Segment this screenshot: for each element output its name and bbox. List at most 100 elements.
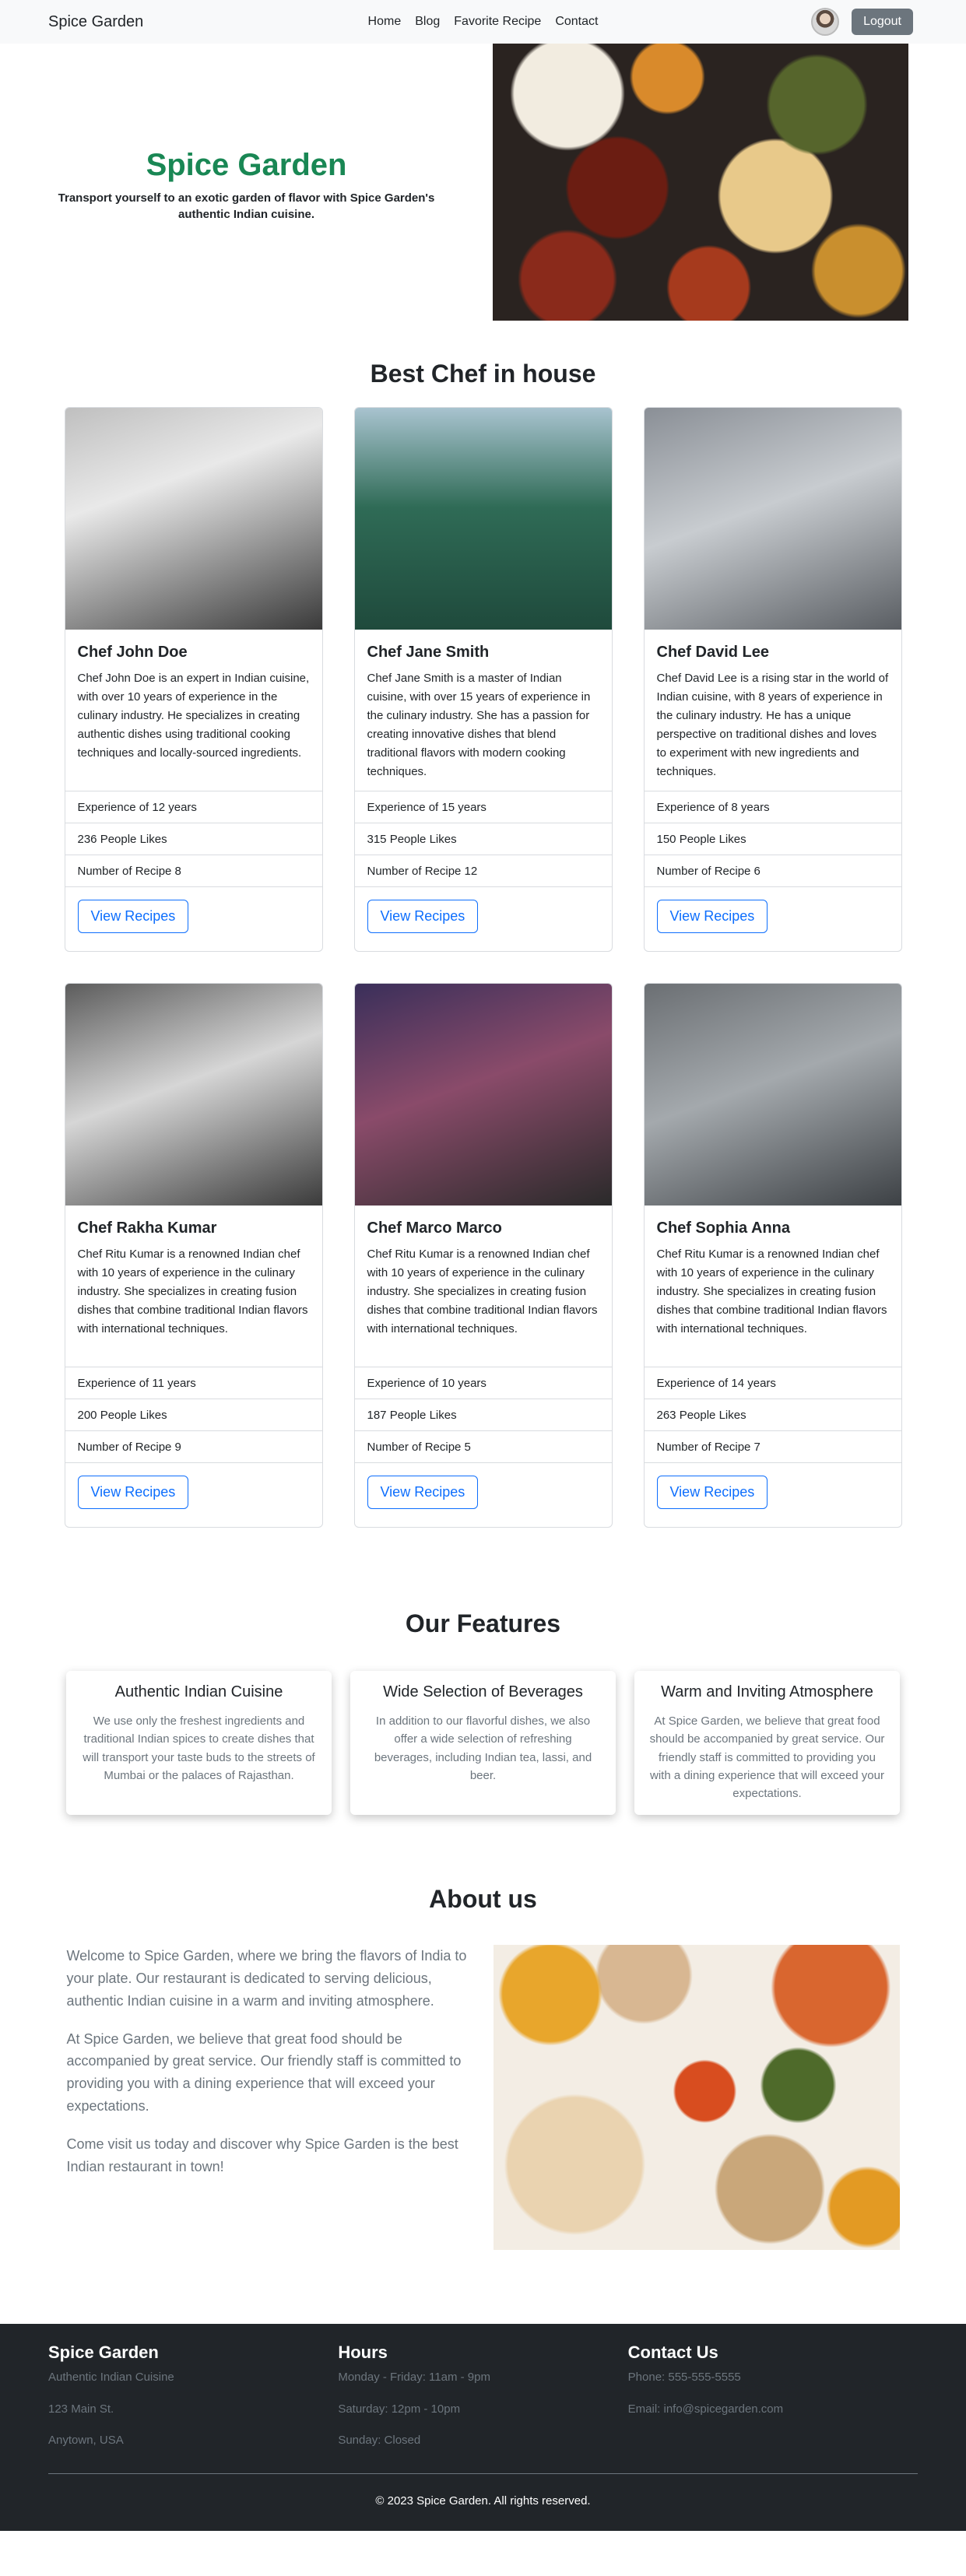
- chef-likes: 200 People Likes: [65, 1399, 322, 1430]
- hero-food-image: [493, 44, 908, 321]
- chef-photo: [644, 408, 901, 630]
- footer-hours-line: Saturday: 12pm - 10pm: [338, 2402, 461, 2416]
- chef-likes: 236 People Likes: [65, 823, 322, 855]
- chef-recipe-count: Number of Recipe 5: [354, 1430, 612, 1462]
- footer-divider: [48, 2473, 918, 2475]
- chef-card: Chef Jane Smith Chef Jane Smith is a mast…: [353, 407, 613, 952]
- chef-name: Chef John Doe: [77, 644, 188, 661]
- chef-card: Chef Marco Marco Chef Ritu Kumar is a ren…: [353, 983, 613, 1528]
- navbar: Spice Garden Home Blog Favorite Recipe C…: [0, 0, 966, 44]
- chef-bio: Chef Ritu Kumar is a renowned Indian che…: [367, 1248, 598, 1335]
- hero-text: Spice Garden Transport yourself to an ex…: [0, 44, 493, 321]
- nav-link-home[interactable]: Home: [361, 15, 409, 29]
- view-recipes-button[interactable]: View Recipes: [367, 900, 479, 933]
- chef-experience: Experience of 8 years: [644, 791, 901, 823]
- feature-card: Warm and Inviting Atmosphere At Spice Ga…: [634, 1671, 900, 1816]
- about-section-title: About us: [429, 1885, 537, 1914]
- chef-card: Chef John Doe Chef John Doe is an expert …: [64, 407, 323, 952]
- view-recipes-button[interactable]: View Recipes: [656, 900, 768, 933]
- chef-card-body: Chef John Doe Chef John Doe is an expert …: [65, 630, 322, 791]
- chef-name: Chef Rakha Kumar: [77, 1220, 217, 1237]
- nav-link-favorite-recipe[interactable]: Favorite Recipe: [447, 15, 548, 29]
- feature-text: At Spice Garden, we believe that great f…: [649, 1714, 885, 1800]
- chef-experience: Experience of 14 years: [644, 1367, 901, 1399]
- chef-photo: [354, 408, 612, 630]
- footer-address-line: 123 Main St.: [48, 2402, 114, 2416]
- footer: Spice Garden Authentic Indian Cuisine 12…: [0, 2324, 966, 2532]
- nav-user-area: Logout: [811, 8, 913, 36]
- chef-recipe-count: Number of Recipe 6: [644, 855, 901, 886]
- feature-text: In addition to our flavorful dishes, we …: [374, 1714, 592, 1782]
- chef-bio: Chef Ritu Kumar is a renowned Indian che…: [656, 1248, 887, 1335]
- chefs-section: Best Chef in house Chef John Doe Chef Joh…: [0, 321, 966, 1528]
- footer-brand-title: Spice Garden: [48, 2343, 159, 2363]
- chef-photo: [65, 408, 322, 630]
- chef-likes: 150 People Likes: [644, 823, 901, 855]
- chef-bio: Chef John Doe is an expert in Indian cui…: [77, 672, 310, 760]
- chef-card: Chef Rakha Kumar Chef Ritu Kumar is a ren…: [64, 983, 323, 1528]
- hero-subtitle: Transport yourself to an exotic garden o…: [58, 191, 435, 221]
- chef-name: Chef Jane Smith: [367, 644, 490, 661]
- logout-button[interactable]: Logout: [852, 9, 913, 35]
- chefs-section-title: Best Chef in house: [370, 360, 596, 388]
- chef-bio: Chef Ritu Kumar is a renowned Indian che…: [77, 1248, 308, 1335]
- chef-name: Chef Sophia Anna: [656, 1220, 790, 1237]
- chef-name: Chef David Lee: [656, 644, 769, 661]
- chef-card-body: Chef Marco Marco Chef Ritu Kumar is a ren…: [355, 1206, 612, 1367]
- feature-grid: Authentic Indian Cuisine We use only the…: [0, 1671, 966, 1816]
- features-section-title: Our Features: [405, 1609, 561, 1637]
- footer-tagline: Authentic Indian Cuisine: [48, 2371, 174, 2385]
- brand-logo-text[interactable]: Spice Garden: [48, 13, 143, 31]
- footer-hours-line: Sunday: Closed: [338, 2434, 421, 2448]
- chef-card-footer: View Recipes: [354, 1462, 612, 1521]
- chef-card-footer: View Recipes: [65, 886, 322, 946]
- chef-experience: Experience of 10 years: [354, 1367, 612, 1399]
- user-avatar[interactable]: [811, 8, 840, 36]
- view-recipes-button[interactable]: View Recipes: [77, 900, 189, 933]
- feature-card: Wide Selection of Beverages In addition …: [350, 1671, 616, 1816]
- chef-card: Chef David Lee Chef David Lee is a rising…: [643, 407, 902, 952]
- chef-recipe-count: Number of Recipe 8: [65, 855, 322, 886]
- about-section: About us Welcome to Spice Garden, where …: [0, 1815, 966, 2324]
- chef-name: Chef Marco Marco: [367, 1220, 502, 1237]
- nav-link-contact[interactable]: Contact: [548, 15, 605, 29]
- view-recipes-button[interactable]: View Recipes: [77, 1476, 189, 1509]
- chef-likes: 315 People Likes: [354, 823, 612, 855]
- footer-email: Email: info@spicegarden.com: [627, 2402, 784, 2416]
- about-paragraph: At Spice Garden, we believe that great f…: [66, 2030, 462, 2114]
- about-food-image: [493, 1945, 900, 2251]
- about-text: Welcome to Spice Garden, where we bring …: [67, 1945, 476, 2250]
- footer-hours-line: Monday - Friday: 11am - 9pm: [338, 2371, 490, 2385]
- chef-photo: [65, 984, 322, 1206]
- chef-experience: Experience of 11 years: [65, 1367, 322, 1399]
- feature-card: Authentic Indian Cuisine We use only the…: [66, 1671, 332, 1816]
- chef-likes: 263 People Likes: [644, 1399, 901, 1430]
- view-recipes-button[interactable]: View Recipes: [367, 1476, 479, 1509]
- chef-bio: Chef Jane Smith is a master of Indian cu…: [367, 672, 591, 778]
- footer-columns: Spice Garden Authentic Indian Cuisine 12…: [48, 2343, 918, 2456]
- chef-photo: [644, 984, 901, 1206]
- footer-col-contact: Contact Us Phone: 555-555-5555 Email: in…: [628, 2343, 918, 2456]
- chef-experience: Experience of 12 years: [65, 791, 322, 823]
- footer-col-hours: Hours Monday - Friday: 11am - 9pm Saturd…: [338, 2343, 627, 2456]
- about-row: Welcome to Spice Garden, where we bring …: [0, 1945, 966, 2251]
- chef-card-footer: View Recipes: [65, 1462, 322, 1521]
- about-paragraph: Come visit us today and discover why Spi…: [66, 2136, 458, 2174]
- feature-title: Wide Selection of Beverages: [383, 1683, 583, 1700]
- chef-card-footer: View Recipes: [354, 886, 612, 946]
- view-recipes-button[interactable]: View Recipes: [656, 1476, 768, 1509]
- hero-title: Spice Garden: [146, 148, 347, 183]
- chef-photo: [354, 984, 612, 1206]
- chef-recipe-count: Number of Recipe 7: [644, 1430, 901, 1462]
- features-section: Our Features Authentic Indian Cuisine We…: [0, 1528, 966, 1816]
- feature-title: Warm and Inviting Atmosphere: [661, 1683, 873, 1700]
- feature-title: Authentic Indian Cuisine: [114, 1683, 283, 1700]
- chef-bio: Chef David Lee is a rising star in the w…: [656, 672, 889, 778]
- chef-card-footer: View Recipes: [644, 1462, 901, 1521]
- hero-section: Spice Garden Transport yourself to an ex…: [0, 44, 966, 321]
- chef-card-body: Chef Sophia Anna Chef Ritu Kumar is a ren…: [645, 1206, 901, 1367]
- feature-text: We use only the freshest ingredients and…: [83, 1714, 315, 1782]
- nav-link-blog[interactable]: Blog: [408, 15, 447, 29]
- chef-recipe-count: Number of Recipe 12: [354, 855, 612, 886]
- chef-card-body: Chef Jane Smith Chef Jane Smith is a mast…: [355, 630, 612, 791]
